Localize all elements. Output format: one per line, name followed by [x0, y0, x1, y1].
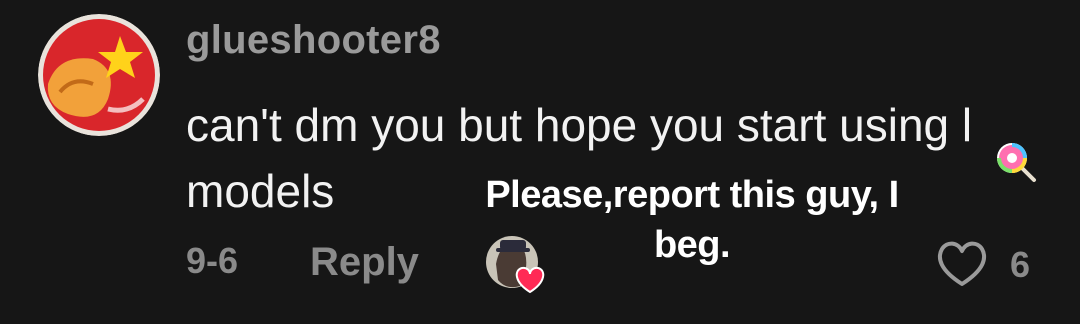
comment-username[interactable]: glueshooter8	[186, 18, 441, 63]
lollipop-emoji-icon	[997, 143, 1036, 182]
heart-like-icon[interactable]	[934, 238, 990, 288]
user-avatar[interactable]	[38, 14, 160, 136]
like-count: 6	[1010, 244, 1031, 285]
overlay-caption-line-1: Please,report this guy, I	[485, 174, 899, 216]
comment-date: 9-6	[186, 240, 239, 281]
comment-text-line-1: can't dm you but hope you start using l	[186, 99, 973, 151]
reply-button[interactable]: Reply	[310, 240, 419, 285]
comment-item: glueshooter8 can't dm you but hope you s…	[0, 0, 1080, 324]
creator-avatar-heart-icon	[486, 236, 545, 294]
red-star-character-avatar-icon	[38, 14, 160, 136]
